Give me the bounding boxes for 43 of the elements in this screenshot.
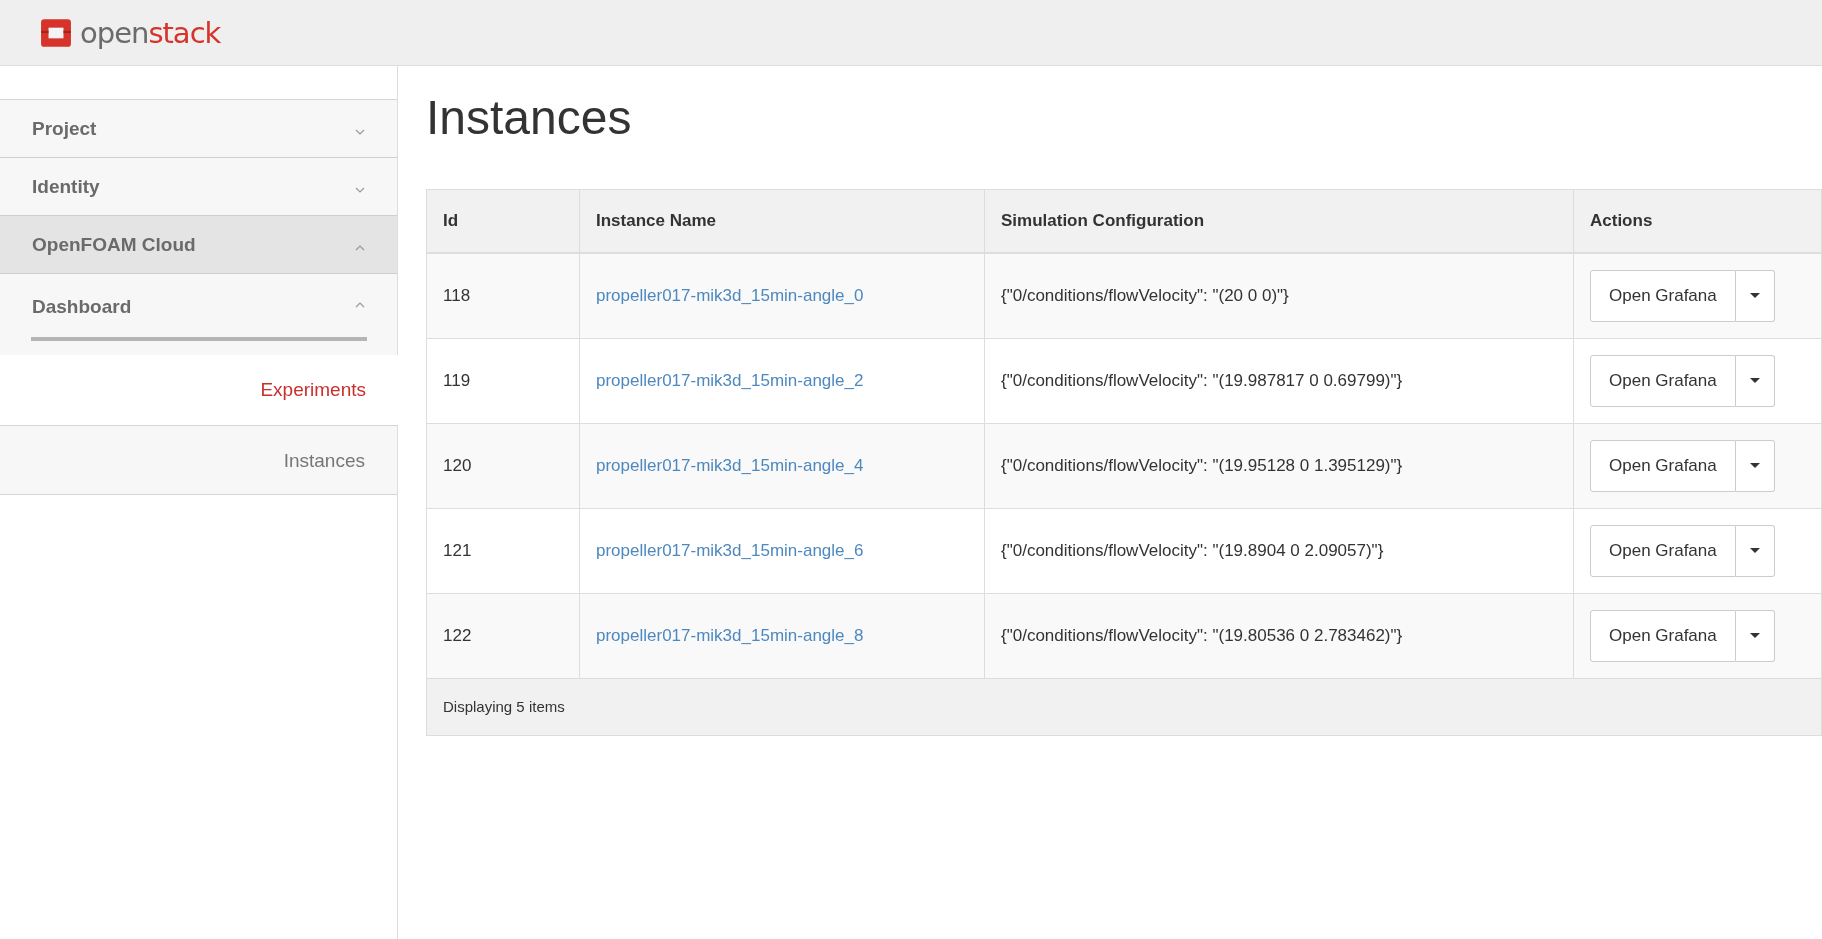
dropdown-toggle[interactable] [1735, 609, 1775, 662]
column-header: Instance Name [579, 189, 985, 253]
table-footer-text: Displaying 5 items [443, 698, 565, 716]
page-title: Instances [426, 92, 633, 145]
chevron-down-icon [355, 128, 365, 135]
open-grafana-button[interactable]: Open Grafana [1590, 439, 1736, 492]
logo-icon [40, 17, 72, 48]
caret-icon [1749, 378, 1760, 384]
table-cell: {"0/conditions/flowVelocity": "(19.95128 0 1.395129)"} [984, 423, 1574, 509]
dropdown-toggle[interactable] [1735, 354, 1775, 407]
table-cell: 118 [426, 252, 580, 339]
sidebar-item[interactable]: OpenFOAM Cloud [0, 216, 397, 274]
sidebar-item[interactable]: Project [0, 100, 397, 158]
table-cell: 120 [426, 423, 580, 509]
open-grafana-button[interactable]: Open Grafana [1590, 609, 1736, 662]
open-grafana-button[interactable]: Open Grafana [1590, 354, 1736, 407]
table-cell: 122 [426, 593, 580, 679]
caret-icon [1749, 463, 1760, 469]
sidebar-link[interactable]: Instances [0, 425, 397, 495]
instance-link[interactable]: propeller017-mik3d_15min-angle_0 [596, 285, 864, 305]
dropdown-toggle[interactable] [1735, 524, 1775, 577]
table-cell: {"0/conditions/flowVelocity": "(20 0 0)"} [984, 252, 1574, 339]
instance-link[interactable]: propeller017-mik3d_15min-angle_2 [596, 370, 864, 390]
sidebar-item[interactable]: Identity [0, 158, 397, 216]
logo-text: openstack [80, 15, 221, 50]
caret-icon [1749, 548, 1760, 554]
chevron-up-icon [355, 302, 365, 308]
chevron-down-icon [355, 186, 365, 193]
instance-link[interactable]: propeller017-mik3d_15min-angle_4 [596, 455, 864, 475]
chevron-up-icon [355, 244, 365, 251]
sidebar-subitem[interactable]: Dashboard [0, 274, 397, 355]
dropdown-toggle[interactable] [1735, 269, 1775, 322]
table-cell: {"0/conditions/flowVelocity": "(19.80536 0 2.783462)"} [984, 593, 1574, 679]
instance-link[interactable]: propeller017-mik3d_15min-angle_8 [596, 625, 864, 645]
open-grafana-button[interactable]: Open Grafana [1590, 524, 1736, 577]
caret-icon [1749, 293, 1760, 299]
column-header: Id [426, 189, 580, 253]
column-header: Simulation Configuration [984, 189, 1574, 253]
caret-icon [1749, 633, 1760, 639]
dropdown-toggle[interactable] [1735, 439, 1775, 492]
open-grafana-button[interactable]: Open Grafana [1590, 269, 1736, 322]
column-header: Actions [1573, 189, 1822, 253]
instance-link[interactable]: propeller017-mik3d_15min-angle_6 [596, 540, 864, 560]
